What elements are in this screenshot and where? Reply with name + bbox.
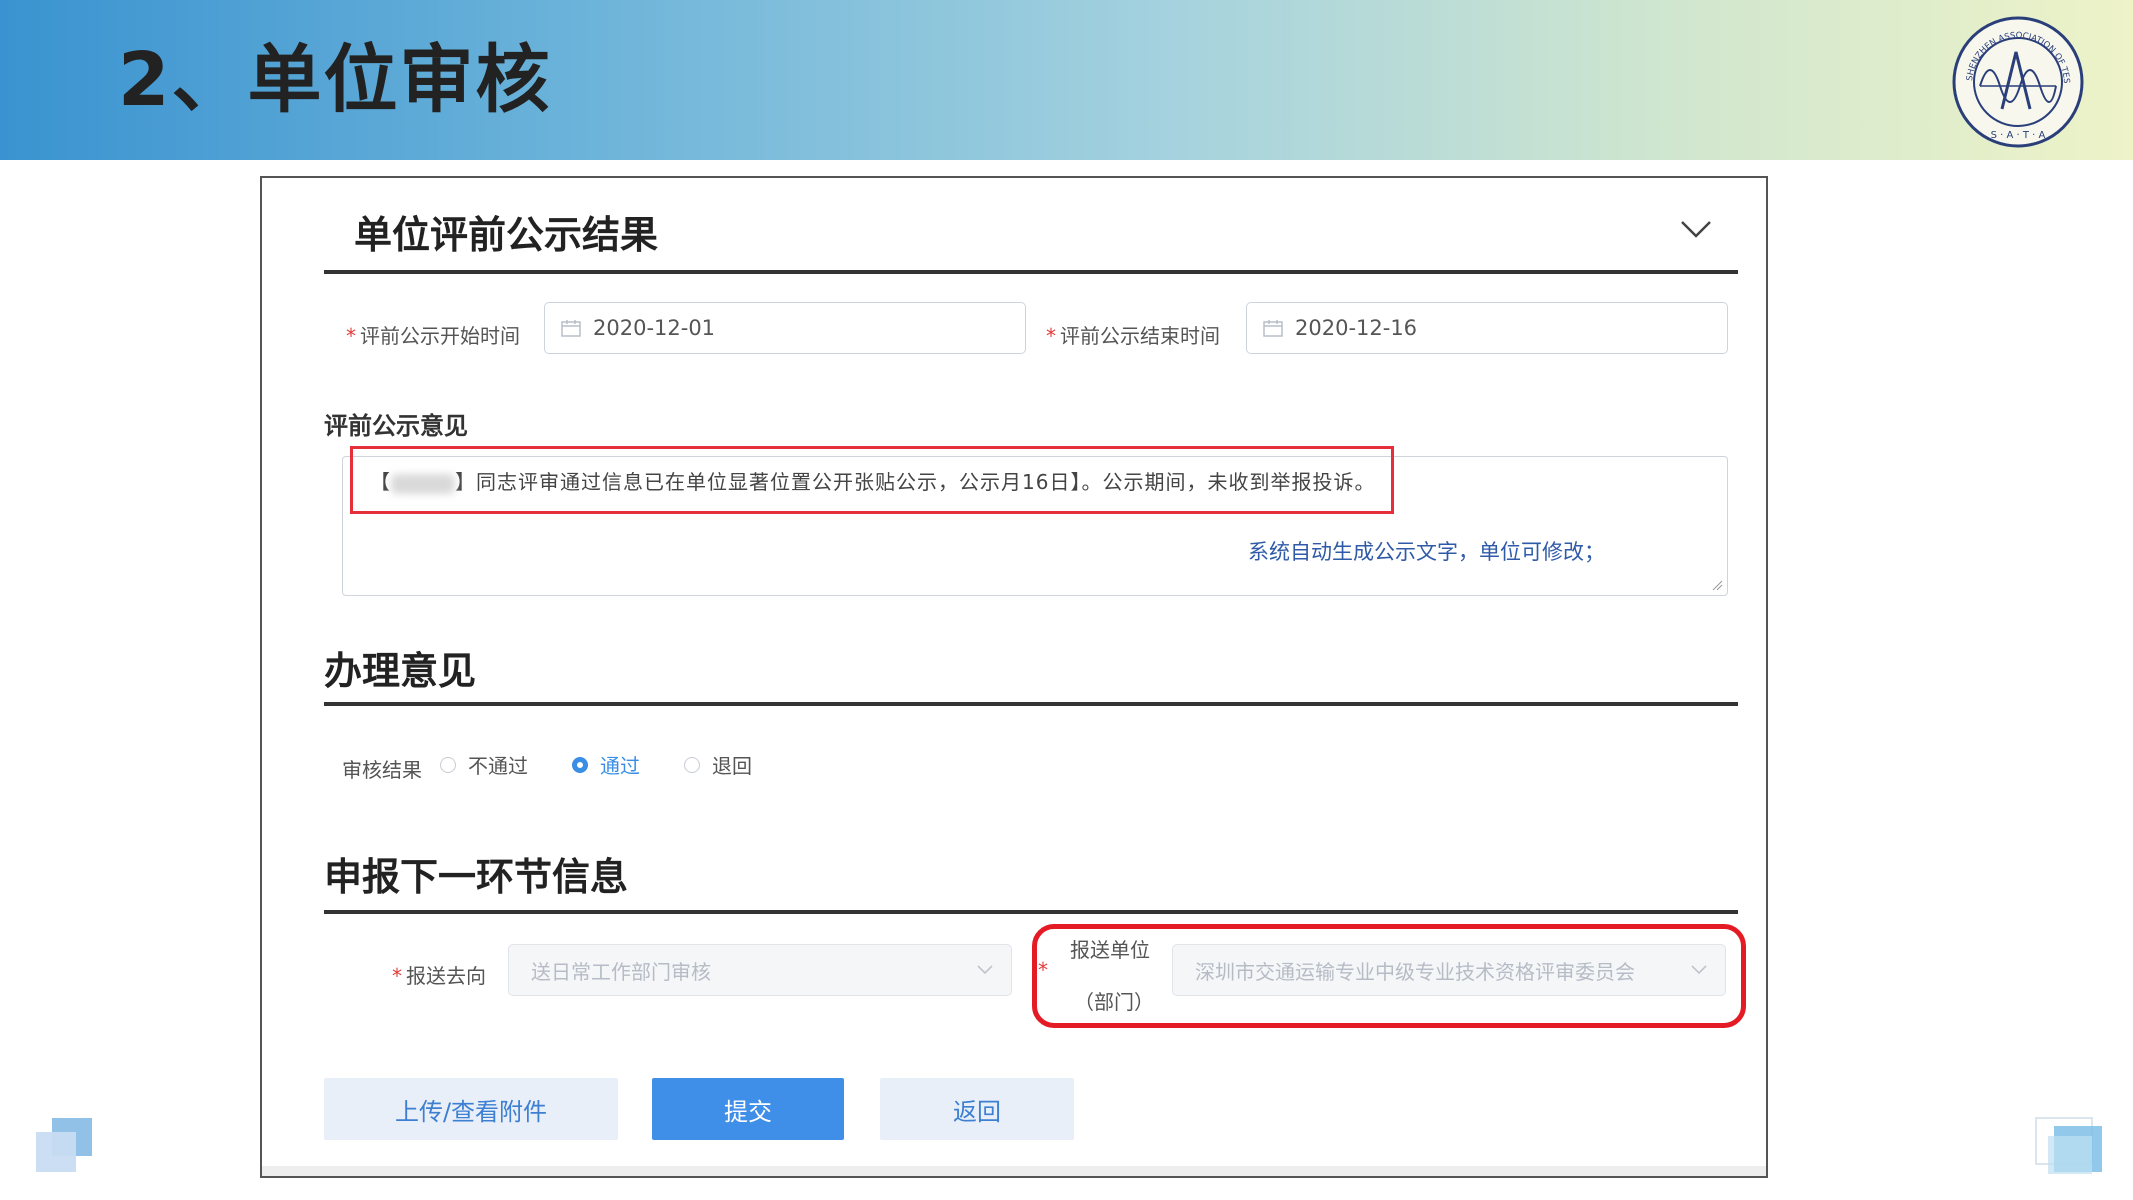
next-step-section-divider: [324, 910, 1738, 914]
form-screenshot-frame: 单位评前公示结果 * 评前公示开始时间 2020-12-01 * 评前公示结束时间 …: [260, 176, 1768, 1178]
radio-fail-label[interactable]: 不通过: [468, 750, 528, 779]
unit-highlight-box: [1032, 924, 1746, 1028]
upload-attachment-button[interactable]: 上传/查看附件: [324, 1078, 618, 1140]
radio-fail[interactable]: [440, 756, 456, 773]
radio-pass-label[interactable]: 通过: [600, 750, 640, 779]
opinion-label: 评前公示意见: [324, 412, 468, 440]
start-date-field[interactable]: 2020-12-01: [544, 302, 1026, 354]
collapse-chevron-icon[interactable]: [1680, 220, 1712, 238]
handling-section-divider: [324, 702, 1738, 706]
corner-decoration-left: [36, 1118, 92, 1172]
next-step-section-title: 申报下一环节信息: [324, 855, 629, 899]
handling-section-title: 办理意见: [324, 649, 477, 693]
end-date-field[interactable]: 2020-12-16: [1246, 302, 1728, 354]
calendar-icon: [1263, 320, 1283, 337]
radio-return-label[interactable]: 退回: [712, 750, 752, 779]
end-time-label: * 评前公示结束时间: [1046, 324, 1220, 348]
frame-bottom-strip: [262, 1166, 1766, 1176]
association-logo: SHENZHEN ASSOCIATION OF TESTERS AND ANAL…: [1950, 14, 2084, 148]
slide-title: 2、单位审核: [118, 37, 552, 123]
radio-pass[interactable]: [572, 756, 588, 773]
corner-decoration-right: [2035, 1117, 2102, 1174]
svg-text:S · A · T · A: S · A · T · A: [1991, 130, 2046, 141]
back-button[interactable]: 返回: [880, 1078, 1074, 1140]
resize-handle-icon[interactable]: [1711, 579, 1723, 591]
start-date-value: 2020-12-01: [593, 316, 716, 340]
direction-select[interactable]: 送日常工作部门审核: [508, 944, 1012, 996]
slide-header: 2、单位审核 SHENZHEN ASSOCIATION OF TESTERS A…: [0, 0, 2133, 160]
review-result-radio-group: 不通过 通过 退回: [440, 750, 752, 779]
auto-generate-hint: 系统自动生成公示文字，单位可修改；: [1248, 540, 1605, 564]
start-time-label: * 评前公示开始时间: [346, 324, 520, 348]
end-date-value: 2020-12-16: [1295, 316, 1418, 340]
submit-button[interactable]: 提交: [652, 1078, 844, 1140]
chevron-down-icon: [977, 965, 993, 975]
review-result-label: 审核结果: [342, 758, 422, 782]
notice-section-divider: [324, 270, 1738, 274]
radio-return[interactable]: [684, 756, 700, 773]
notice-section-title: 单位评前公示结果: [354, 213, 659, 257]
direction-label: * 报送去向: [392, 964, 486, 988]
calendar-icon: [561, 320, 581, 337]
opinion-highlight-box: [350, 446, 1394, 514]
direction-select-value: 送日常工作部门审核: [531, 959, 711, 984]
